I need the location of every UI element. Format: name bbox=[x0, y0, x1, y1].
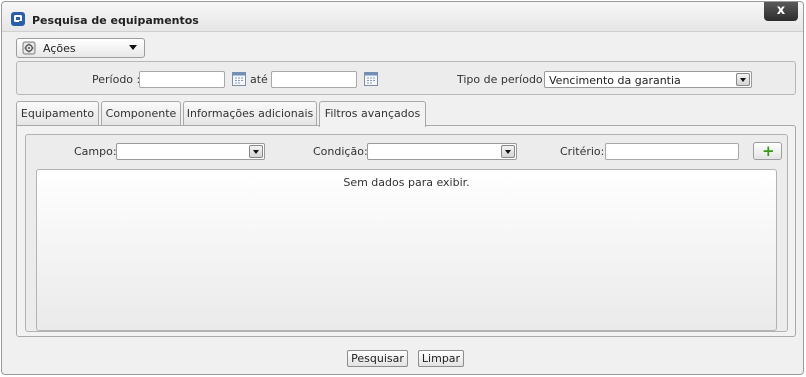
close-icon: x bbox=[776, 3, 786, 18]
chevron-down-icon bbox=[129, 45, 137, 50]
period-start-input[interactable] bbox=[139, 71, 225, 88]
results-grid: Sem dados para exibir. bbox=[36, 169, 777, 331]
actions-dropdown[interactable]: Ações bbox=[16, 38, 145, 58]
filters-container: Campo: Condição: Critério: + Sem dados p… bbox=[25, 134, 788, 332]
field-label: Campo: bbox=[74, 145, 117, 158]
equipment-search-dialog: Pesquisa de equipamentos x Ações Período… bbox=[1, 1, 804, 375]
chevron-down-icon bbox=[501, 145, 515, 158]
tab-filtros-avancados[interactable]: Filtros avançados bbox=[319, 101, 426, 127]
close-button[interactable]: x bbox=[764, 2, 798, 21]
condition-select[interactable] bbox=[367, 143, 517, 160]
criteria-input[interactable] bbox=[605, 143, 739, 160]
tab-informacoes-adicionais[interactable]: Informações adicionais bbox=[183, 101, 317, 126]
clear-button[interactable]: Limpar bbox=[418, 350, 464, 367]
app-logo-icon bbox=[10, 11, 26, 27]
period-panel: Período : até Tipo de período : Vencimen… bbox=[16, 61, 796, 95]
condition-label: Condição: bbox=[313, 145, 368, 158]
search-button[interactable]: Pesquisar bbox=[347, 350, 408, 367]
until-label: até bbox=[250, 73, 268, 86]
period-type-select[interactable]: Vencimento da garantia bbox=[544, 71, 752, 88]
tab-equipamento[interactable]: Equipamento bbox=[16, 101, 99, 126]
period-end-input[interactable] bbox=[271, 71, 357, 88]
period-label: Período : bbox=[92, 73, 141, 86]
plus-icon: + bbox=[762, 142, 775, 160]
calendar-icon[interactable] bbox=[364, 72, 378, 86]
window-title: Pesquisa de equipamentos bbox=[32, 14, 199, 27]
chevron-down-icon bbox=[249, 145, 263, 158]
chevron-down-icon bbox=[736, 73, 750, 86]
gear-icon bbox=[22, 41, 36, 55]
field-select[interactable] bbox=[116, 143, 265, 160]
advanced-filters-panel: Campo: Condição: Critério: + Sem dados p… bbox=[16, 125, 796, 337]
period-type-value: Vencimento da garantia bbox=[549, 74, 681, 87]
add-filter-button[interactable]: + bbox=[753, 142, 782, 160]
title-bar: Pesquisa de equipamentos bbox=[2, 2, 803, 32]
calendar-icon[interactable] bbox=[232, 72, 246, 86]
tab-componente[interactable]: Componente bbox=[101, 101, 181, 126]
actions-label: Ações bbox=[43, 42, 76, 55]
period-type-label: Tipo de período : bbox=[457, 73, 550, 86]
empty-message: Sem dados para exibir. bbox=[343, 176, 470, 189]
criteria-label: Critério: bbox=[560, 145, 605, 158]
